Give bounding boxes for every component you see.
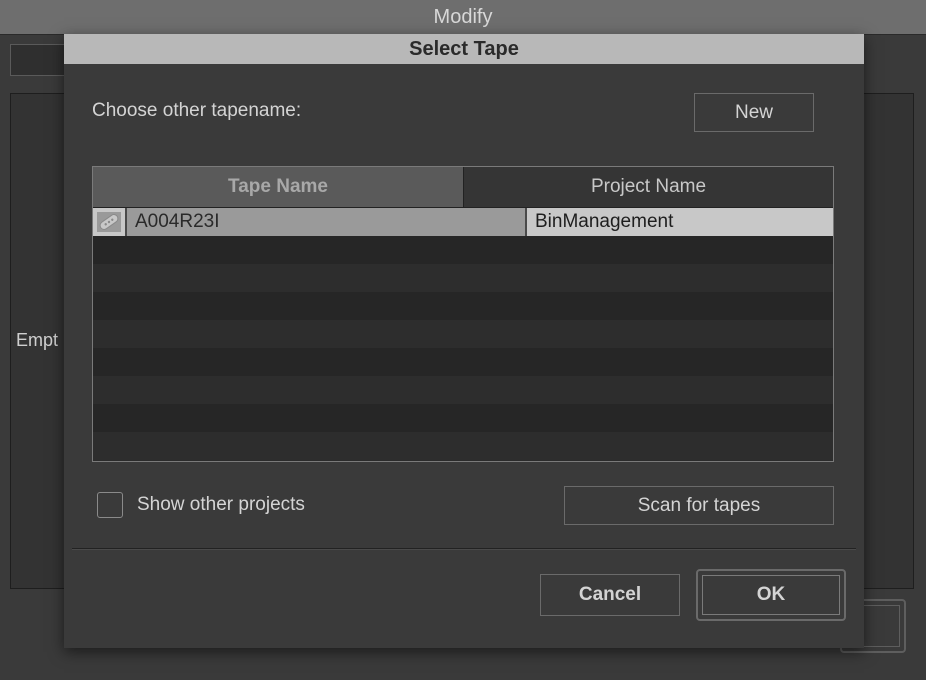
show-other-projects-option[interactable]: Show other projects [97,492,305,518]
table-row [93,320,833,348]
tape-name-cell[interactable]: A004R23I [125,208,527,236]
table-body: A004R23I BinManagement [93,208,833,460]
column-header-tape-name[interactable]: Tape Name [93,167,463,207]
background-left-panel-text: Empt [16,330,59,350]
ok-button-label[interactable]: OK [702,575,840,615]
ok-button[interactable]: OK [696,569,846,621]
select-tape-dialog: Select Tape Choose other tapename: New T… [64,34,864,648]
table-row[interactable]: A004R23I BinManagement [93,208,833,236]
tape-table: Tape Name Project Name A004R23I BinManag… [92,166,834,462]
show-other-projects-checkbox[interactable] [97,492,123,518]
scan-for-tapes-button[interactable]: Scan for tapes [564,486,834,525]
tape-icon [93,208,125,236]
project-name-cell[interactable]: BinManagement [527,208,833,236]
cancel-button[interactable]: Cancel [540,574,680,616]
background-field [10,44,66,76]
table-row [93,432,833,460]
dialog-title: Select Tape [64,34,864,64]
show-other-projects-label[interactable]: Show other projects [137,494,305,516]
table-row [93,264,833,292]
divider [72,548,856,550]
background-right-panel [860,93,914,589]
new-button[interactable]: New [694,93,814,132]
table-row [93,292,833,320]
column-header-project-name[interactable]: Project Name [463,167,833,207]
table-row [93,404,833,432]
table-row [93,236,833,264]
table-row [93,376,833,404]
table-row [93,348,833,376]
modify-window-title: Modify [0,0,926,35]
choose-tapename-label: Choose other tapename: [92,100,302,121]
table-header: Tape Name Project Name [93,167,833,208]
